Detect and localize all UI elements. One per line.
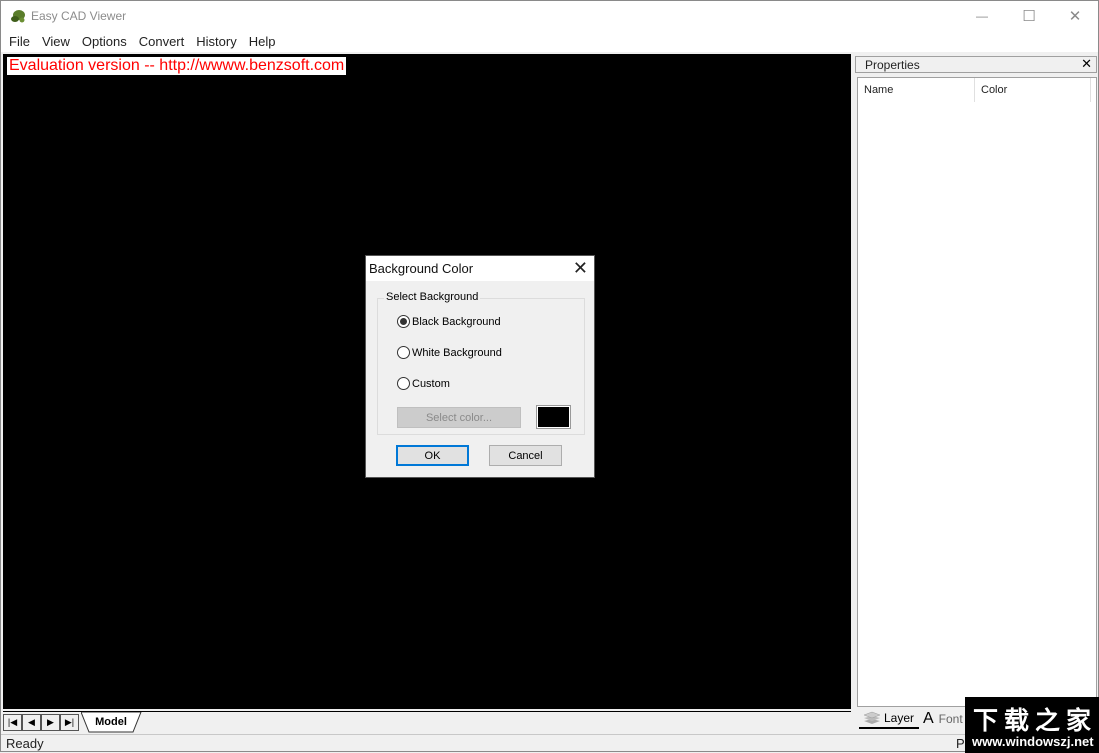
radio-custom[interactable]: Custom bbox=[397, 377, 450, 390]
tab-model[interactable]: Model bbox=[83, 712, 139, 732]
maximize-button[interactable]: ☐ bbox=[1006, 1, 1052, 31]
tab-layer-label: Layer bbox=[884, 710, 915, 725]
color-swatch bbox=[536, 405, 571, 429]
radio-label: White Background bbox=[412, 346, 502, 359]
layers-icon bbox=[863, 711, 881, 724]
prev-tab-button[interactable]: ◀ bbox=[22, 714, 41, 731]
radio-black-background[interactable]: Black Background bbox=[397, 315, 501, 328]
watermark-chinese-text: 下载之家 bbox=[973, 706, 1098, 735]
menu-bar: File View Options Convert History Help bbox=[1, 31, 1098, 52]
last-tab-button[interactable]: ▶| bbox=[60, 714, 79, 731]
radio-white-background[interactable]: White Background bbox=[397, 346, 502, 359]
menu-options[interactable]: Options bbox=[76, 32, 133, 52]
background-color-dialog: Background Color ✕ Select Background Bla… bbox=[365, 255, 595, 478]
column-header-name[interactable]: Name bbox=[858, 78, 975, 102]
next-tab-button[interactable]: ▶ bbox=[41, 714, 60, 731]
tab-font-label: Font bbox=[938, 711, 963, 726]
status-right-text: P bbox=[956, 736, 965, 751]
group-label: Select Background bbox=[384, 291, 481, 303]
menu-view[interactable]: View bbox=[36, 32, 76, 52]
dialog-title: Background Color bbox=[369, 261, 474, 276]
dialog-title-bar: Background Color ✕ bbox=[366, 256, 594, 281]
cancel-button[interactable]: Cancel bbox=[489, 445, 562, 466]
evaluation-banner: Evaluation version -- http://wwww.benzso… bbox=[7, 57, 347, 75]
maximize-icon: ☐ bbox=[1022, 8, 1036, 25]
next-icon: ▶ bbox=[47, 717, 54, 727]
properties-tab-bar: Layer A Font bbox=[857, 708, 967, 730]
last-icon: ▶| bbox=[64, 717, 75, 727]
site-watermark: 下载之家 www.windowszj.net bbox=[965, 697, 1099, 753]
title-bar: Easy CAD Viewer — ☐ ✕ bbox=[1, 1, 1098, 31]
radio-label: Black Background bbox=[412, 315, 501, 328]
tab-layer[interactable]: Layer bbox=[859, 708, 919, 729]
app-logo-icon bbox=[11, 10, 25, 23]
app-window: Easy CAD Viewer — ☐ ✕ File View Options … bbox=[0, 0, 1099, 753]
select-color-button[interactable]: Select color... bbox=[397, 407, 521, 428]
properties-header: Properties ✕ bbox=[855, 56, 1097, 73]
close-icon: ✕ bbox=[1068, 8, 1082, 25]
prev-icon: ◀ bbox=[28, 717, 35, 727]
radio-label: Custom bbox=[412, 377, 450, 390]
menu-convert[interactable]: Convert bbox=[133, 32, 191, 52]
properties-panel: Properties ✕ Name Color bbox=[854, 54, 1098, 709]
menu-help[interactable]: Help bbox=[243, 32, 282, 52]
ok-button[interactable]: OK bbox=[396, 445, 469, 466]
minimize-button[interactable]: — bbox=[959, 1, 1005, 31]
first-icon: |◀ bbox=[7, 717, 18, 727]
status-bar: Ready P bbox=[1, 734, 1098, 752]
first-tab-button[interactable]: |◀ bbox=[3, 714, 22, 731]
close-button[interactable]: ✕ bbox=[1052, 1, 1098, 31]
font-icon: A bbox=[923, 709, 934, 727]
menu-history[interactable]: History bbox=[190, 32, 242, 52]
radio-unchecked-icon[interactable] bbox=[397, 346, 410, 359]
select-background-group: Select Background Black Background White… bbox=[377, 291, 585, 435]
dialog-close-icon[interactable]: ✕ bbox=[573, 258, 588, 278]
layout-tab-bar: |◀ ◀ ▶ ▶| Model bbox=[3, 711, 851, 733]
properties-list[interactable]: Name Color bbox=[857, 77, 1097, 707]
status-text: Ready bbox=[6, 736, 44, 751]
menu-file[interactable]: File bbox=[3, 32, 36, 52]
radio-unchecked-icon[interactable] bbox=[397, 377, 410, 390]
properties-close-icon[interactable]: ✕ bbox=[1081, 56, 1092, 72]
window-title: Easy CAD Viewer bbox=[31, 9, 127, 23]
watermark-url: www.windowszj.net bbox=[972, 734, 1094, 749]
column-header-color[interactable]: Color bbox=[975, 78, 1091, 102]
properties-title: Properties bbox=[865, 58, 920, 72]
minimize-icon: — bbox=[976, 9, 988, 23]
radio-checked-icon[interactable] bbox=[397, 315, 410, 328]
